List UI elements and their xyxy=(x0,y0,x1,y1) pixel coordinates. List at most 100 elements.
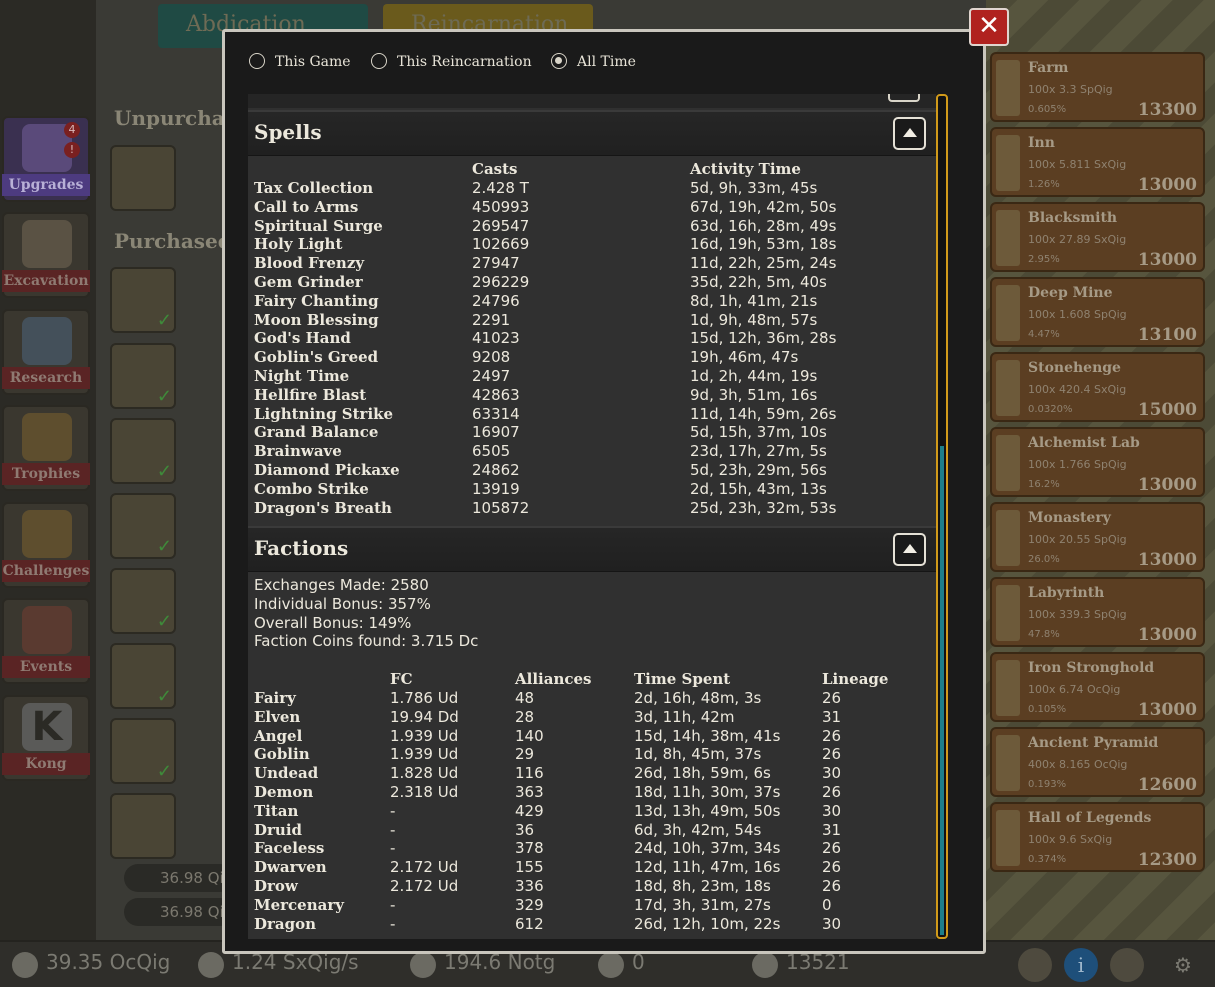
faction-lineage: 26 xyxy=(822,858,842,877)
building-name: Monastery xyxy=(1028,510,1111,526)
mana-icon xyxy=(410,952,436,978)
upgrade-tile[interactable] xyxy=(110,793,176,859)
sidebar-item-research[interactable]: Research xyxy=(2,309,90,395)
gear-icon[interactable]: ⚙ xyxy=(1166,948,1200,982)
sidebar-item-challenges[interactable]: Challenges xyxy=(2,502,90,588)
building-count: 13000 xyxy=(1137,475,1197,495)
building-name: Blacksmith xyxy=(1028,210,1118,226)
faction-lineage: 26 xyxy=(822,745,842,764)
sidebar-item-kong[interactable]: K Kong xyxy=(2,695,90,781)
stonehenge-icon xyxy=(996,360,1020,416)
flag-icon xyxy=(22,606,72,654)
building-percent: 0.605% xyxy=(1028,104,1067,115)
spell-casts: 63314 xyxy=(472,404,520,423)
check-icon: ✓ xyxy=(156,310,172,331)
faction-stat: Exchanges Made: 2580 xyxy=(254,576,429,594)
upgrade-tile[interactable]: ✓ xyxy=(110,718,176,784)
building-hall-of-legends[interactable]: Hall of Legends 100x 9.6 SxQig 0.374% 12… xyxy=(990,802,1205,872)
sidebar-item-excavation[interactable]: Excavation xyxy=(2,212,90,298)
collapse-button[interactable] xyxy=(888,94,920,102)
building-percent: 0.374% xyxy=(1028,854,1067,865)
building-monastery[interactable]: Monastery 100x 20.55 SpQig 26.0% 13000 xyxy=(990,502,1205,572)
building-iron-stronghold[interactable]: Iron Stronghold 100x 6.74 OcQig 0.105% 1… xyxy=(990,652,1205,722)
upgrade-tile[interactable]: ✓ xyxy=(110,418,176,484)
upgrade-tile[interactable]: ✓ xyxy=(110,493,176,559)
faction-row: Fairy 1.786 Ud 48 2d, 16h, 48m, 3s 26 xyxy=(248,689,936,708)
faction-lineage: 26 xyxy=(822,689,842,707)
faction-time-spent: 26d, 12h, 10m, 22s xyxy=(634,914,781,933)
close-button[interactable]: ✕ xyxy=(969,8,1009,46)
building-count: 13000 xyxy=(1137,550,1197,570)
potion-icon xyxy=(22,317,72,365)
column-header-activity-time: Activity Time xyxy=(690,160,801,178)
spell-row: Goblin's Greed 9208 19h, 46m, 47s xyxy=(248,348,936,367)
spell-row: Gem Grinder 296229 35d, 22h, 5m, 40s xyxy=(248,273,936,292)
building-farm[interactable]: Farm 100x 3.3 SpQig 0.605% 13300 xyxy=(990,52,1205,122)
alchemist-lab-icon xyxy=(996,435,1020,491)
building-ancient-pyramid[interactable]: Ancient Pyramid 400x 8.165 OcQig 0.193% … xyxy=(990,727,1205,797)
spell-casts: 24796 xyxy=(472,291,520,310)
building-stonehenge[interactable]: Stonehenge 100x 420.4 SxQig 0.0320% 1500… xyxy=(990,352,1205,422)
scrollbar[interactable] xyxy=(936,94,948,939)
building-blacksmith[interactable]: Blacksmith 100x 27.89 SxQig 2.95% 13000 xyxy=(990,202,1205,272)
sidebar-item-events[interactable]: Events xyxy=(2,598,90,684)
info-icon[interactable]: i xyxy=(1064,948,1098,982)
faction-name: Fairy xyxy=(254,689,296,707)
building-count: 13000 xyxy=(1137,250,1197,270)
factions-collapse-button[interactable] xyxy=(893,533,926,566)
spell-activity-time: 2d, 15h, 43m, 13s xyxy=(690,479,827,498)
building-labyrinth[interactable]: Labyrinth 100x 339.3 SpQig 47.8% 13000 xyxy=(990,577,1205,647)
spell-activity-time: 8d, 1h, 41m, 21s xyxy=(690,291,818,310)
spell-casts: 27947 xyxy=(472,254,520,273)
spell-activity-time: 25d, 23h, 32m, 53s xyxy=(690,498,837,517)
coin-chest-icon[interactable] xyxy=(1110,948,1144,982)
sidebar-item-upgrades[interactable]: 4 ! Upgrades xyxy=(2,116,90,202)
radio-all-time[interactable]: All Time xyxy=(551,53,636,70)
spell-row: Diamond Pickaxe 24862 5d, 23h, 29m, 56s xyxy=(248,461,936,480)
radio-this-reincarnation[interactable]: This Reincarnation xyxy=(371,53,532,70)
building-name: Hall of Legends xyxy=(1028,810,1152,826)
upgrade-tile[interactable] xyxy=(110,145,176,211)
radio-this-game[interactable]: This Game xyxy=(249,53,351,70)
spell-casts: 6505 xyxy=(472,442,511,461)
faction-row: Mercenary - 329 17d, 3h, 31m, 27s 0 xyxy=(248,896,936,915)
spell-row: Holy Light 102669 16d, 19h, 53m, 18s xyxy=(248,235,936,254)
faction-alliances: 363 xyxy=(515,783,544,801)
faction-row: Undead 1.828 Ud 116 26d, 18h, 59m, 6s 30 xyxy=(248,764,936,783)
building-deep-mine[interactable]: Deep Mine 100x 1.608 SpQig 4.47% 13100 xyxy=(990,277,1205,347)
radio-button-icon xyxy=(371,53,387,69)
stats-scroll-area[interactable]: Spells Casts Activity Time Tax Collection 2… xyxy=(248,94,936,939)
spell-activity-time: 15d, 12h, 36m, 28s xyxy=(690,329,837,348)
building-alchemist-lab[interactable]: Alchemist Lab 100x 1.766 SpQig 16.2% 130… xyxy=(990,427,1205,497)
spell-name: Gem Grinder xyxy=(254,273,363,291)
upgrade-tile[interactable]: ✓ xyxy=(110,568,176,634)
faction-alliances: 429 xyxy=(515,801,544,820)
spell-name: Call to Arms xyxy=(254,197,359,216)
trophy-icon xyxy=(22,413,72,461)
faction-row: Demon 2.318 Ud 363 18d, 11h, 30m, 37s 26 xyxy=(248,783,936,802)
upgrade-tile[interactable]: ✓ xyxy=(110,643,176,709)
spell-activity-time: 11d, 22h, 25m, 24s xyxy=(690,254,837,273)
sidebar-item-label: Kong xyxy=(2,753,90,775)
portrait-icon[interactable] xyxy=(1018,948,1052,982)
spell-activity-time: 67d, 19h, 42m, 50s xyxy=(690,197,837,216)
scrollbar-thumb[interactable] xyxy=(940,446,944,935)
sidebar-item-trophies[interactable]: Trophies xyxy=(2,405,90,491)
building-name: Deep Mine xyxy=(1028,285,1113,301)
faction-fc: - xyxy=(390,839,396,858)
faction-lineage: 31 xyxy=(822,820,842,839)
spell-casts: 42863 xyxy=(472,385,520,404)
spell-activity-time: 9d, 3h, 51m, 16s xyxy=(690,385,818,404)
building-inn[interactable]: Inn 100x 5.811 SxQig 1.26% 13000 xyxy=(990,127,1205,197)
faction-alliances: 28 xyxy=(515,707,535,726)
spell-casts: 269547 xyxy=(472,216,530,235)
faction-fc: 2.318 Ud xyxy=(390,783,459,801)
sidebar-item-label: Research xyxy=(2,367,90,389)
section-title: Spells xyxy=(254,120,322,144)
upgrade-tile[interactable]: ✓ xyxy=(110,343,176,409)
spells-collapse-button[interactable] xyxy=(893,117,926,150)
faction-fc: 1.939 Ud xyxy=(390,745,459,764)
upgrade-tile[interactable]: ✓ xyxy=(110,267,176,333)
faction-row: Faceless - 378 24d, 10h, 37m, 34s 26 xyxy=(248,839,936,858)
spell-activity-time: 1d, 9h, 48m, 57s xyxy=(690,310,818,329)
